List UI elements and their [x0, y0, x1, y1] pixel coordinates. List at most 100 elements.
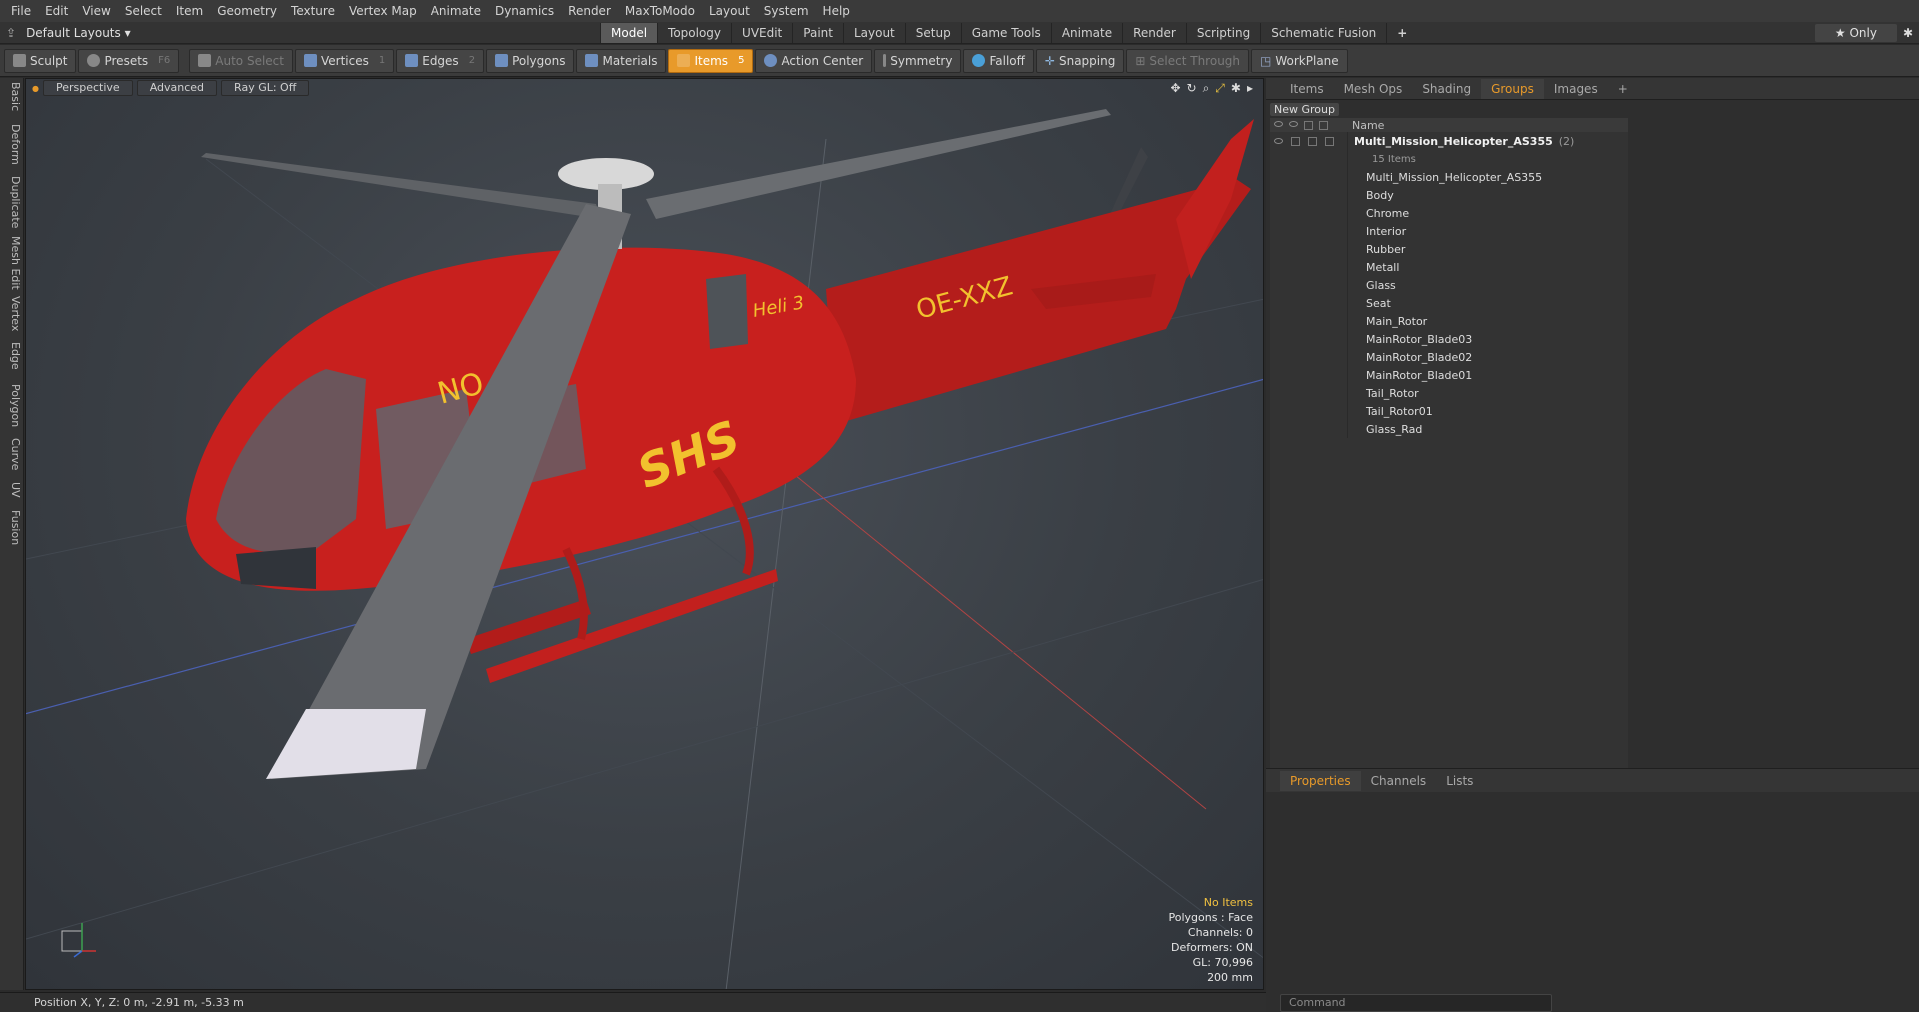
menu-texture[interactable]: Texture: [284, 0, 342, 22]
group-row[interactable]: Multi_Mission_Helicopter_AS355 (2): [1270, 132, 1628, 150]
raygl-button[interactable]: Ray GL: Off: [221, 80, 310, 96]
edges-button[interactable]: Edges 2: [396, 48, 485, 73]
tab-schematic-fusion[interactable]: Schematic Fusion: [1260, 22, 1386, 43]
list-item[interactable]: Glass: [1270, 276, 1628, 294]
materials-button[interactable]: Materials: [576, 48, 667, 73]
tab-lists[interactable]: Lists: [1436, 771, 1483, 791]
list-item[interactable]: Chrome: [1270, 204, 1628, 222]
menu-item[interactable]: Item: [169, 0, 210, 22]
list-item[interactable]: Multi_Mission_Helicopter_AS355: [1270, 168, 1628, 186]
visibility-toggle[interactable]: [1274, 138, 1283, 144]
polygons-button[interactable]: Polygons: [486, 48, 575, 73]
rotate-icon[interactable]: ↻: [1187, 81, 1197, 96]
3d-viewport[interactable]: OE-XXZ Heli 3 SHS NO ● Perspective Advan…: [25, 78, 1264, 990]
shading-mode-button[interactable]: Advanced: [136, 80, 218, 96]
tab-images[interactable]: Images: [1544, 79, 1608, 99]
select-through-button[interactable]: ⊞ Select Through: [1126, 48, 1250, 73]
tab-edge[interactable]: Edge: [2, 342, 22, 370]
tab-duplicate[interactable]: Duplicate: [2, 176, 22, 228]
list-item[interactable]: Rubber: [1270, 240, 1628, 258]
fit-icon[interactable]: ⤢: [1215, 81, 1225, 96]
symmetry-button[interactable]: Symmetry: [874, 48, 962, 73]
select-toggle[interactable]: [1325, 136, 1334, 146]
tab-mesh-edit[interactable]: Mesh Edit: [2, 236, 22, 290]
tab-animate[interactable]: Animate: [1050, 22, 1122, 43]
menu-system[interactable]: System: [757, 0, 816, 22]
tab-basic[interactable]: Basic: [2, 82, 22, 111]
tab-model[interactable]: Model: [600, 22, 658, 43]
menu-view[interactable]: View: [75, 0, 117, 22]
tab-properties[interactable]: Properties: [1280, 770, 1361, 791]
select-col-icon[interactable]: [1319, 120, 1328, 130]
list-item[interactable]: MainRotor_Blade02: [1270, 348, 1628, 366]
list-item[interactable]: Tail_Rotor: [1270, 384, 1628, 402]
falloff-button[interactable]: Falloff: [963, 48, 1034, 73]
list-item[interactable]: Body: [1270, 186, 1628, 204]
zoom-icon[interactable]: ⌕: [1203, 81, 1210, 96]
visibility-col-icon[interactable]: [1274, 120, 1283, 127]
list-item[interactable]: Interior: [1270, 222, 1628, 240]
sculpt-button[interactable]: Sculpt: [4, 48, 77, 73]
name-column-header[interactable]: Name: [1348, 119, 1384, 132]
auto-select-button[interactable]: Auto Select: [189, 48, 293, 73]
tab-polygon[interactable]: Polygon: [2, 384, 22, 427]
pan-icon[interactable]: ✥: [1170, 81, 1180, 96]
tab-game-tools[interactable]: Game Tools: [960, 22, 1051, 43]
tab-uv[interactable]: UV: [2, 482, 22, 498]
list-item[interactable]: Metall: [1270, 258, 1628, 276]
menu-help[interactable]: Help: [816, 0, 857, 22]
menu-layout[interactable]: Layout: [702, 0, 757, 22]
command-input[interactable]: Command: [1280, 994, 1552, 1012]
presets-button[interactable]: Presets F6: [78, 48, 180, 73]
only-toggle[interactable]: ★ Only: [1814, 23, 1897, 42]
menu-select[interactable]: Select: [118, 0, 169, 22]
tab-uvedit[interactable]: UVEdit: [731, 22, 792, 43]
add-panel-tab-button[interactable]: +: [1608, 79, 1638, 99]
tab-curve[interactable]: Curve: [2, 438, 22, 470]
tab-paint[interactable]: Paint: [792, 22, 843, 43]
new-group-button[interactable]: New Group: [1270, 102, 1339, 116]
tab-shading[interactable]: Shading: [1412, 79, 1481, 99]
tab-channels[interactable]: Channels: [1361, 771, 1437, 791]
render-col-icon[interactable]: [1289, 120, 1298, 127]
workplane-button[interactable]: ◳ WorkPlane: [1251, 48, 1348, 73]
viewport-gear-icon[interactable]: ✱: [1231, 81, 1241, 96]
snapping-button[interactable]: ✛ Snapping: [1035, 48, 1125, 73]
tab-items[interactable]: Items: [1280, 79, 1334, 99]
menu-geometry[interactable]: Geometry: [210, 0, 284, 22]
vertices-button[interactable]: Vertices 1: [294, 48, 395, 73]
render-toggle[interactable]: [1291, 136, 1300, 146]
tab-render[interactable]: Render: [1122, 22, 1186, 43]
layout-preset-dropdown[interactable]: Default Layouts ▾: [26, 26, 131, 40]
tab-mesh-ops[interactable]: Mesh Ops: [1334, 79, 1413, 99]
menu-animate[interactable]: Animate: [424, 0, 488, 22]
list-item[interactable]: Main_Rotor: [1270, 312, 1628, 330]
tab-deform[interactable]: Deform: [2, 124, 22, 165]
tab-topology[interactable]: Topology: [657, 22, 731, 43]
tab-setup[interactable]: Setup: [904, 22, 961, 43]
tab-groups[interactable]: Groups: [1481, 78, 1544, 99]
menu-render[interactable]: Render: [561, 0, 618, 22]
items-button[interactable]: Items 5: [668, 48, 754, 73]
viewport-dot-icon[interactable]: ●: [32, 84, 39, 93]
list-item[interactable]: Glass_Rad: [1270, 420, 1628, 438]
lock-col-icon[interactable]: [1304, 120, 1313, 130]
menu-dynamics[interactable]: Dynamics: [488, 0, 561, 22]
tab-scripting[interactable]: Scripting: [1185, 22, 1260, 43]
menu-file[interactable]: File: [4, 0, 38, 22]
view-mode-button[interactable]: Perspective: [42, 80, 133, 96]
menu-maxtomodo[interactable]: MaxToModo: [618, 0, 702, 22]
list-item[interactable]: MainRotor_Blade01: [1270, 366, 1628, 384]
menu-vertex-map[interactable]: Vertex Map: [342, 0, 424, 22]
tab-layout[interactable]: Layout: [842, 22, 905, 43]
menu-edit[interactable]: Edit: [38, 0, 75, 22]
tab-fusion[interactable]: Fusion: [2, 510, 22, 545]
list-item[interactable]: Tail_Rotor01: [1270, 402, 1628, 420]
action-center-button[interactable]: Action Center: [755, 48, 873, 73]
tab-vertex[interactable]: Vertex: [2, 296, 22, 331]
add-tab-button[interactable]: +: [1386, 22, 1417, 43]
list-item[interactable]: MainRotor_Blade03: [1270, 330, 1628, 348]
expand-arrow-icon[interactable]: ▸: [1247, 81, 1253, 96]
upload-icon[interactable]: ⇪: [6, 26, 16, 40]
list-item[interactable]: Seat: [1270, 294, 1628, 312]
